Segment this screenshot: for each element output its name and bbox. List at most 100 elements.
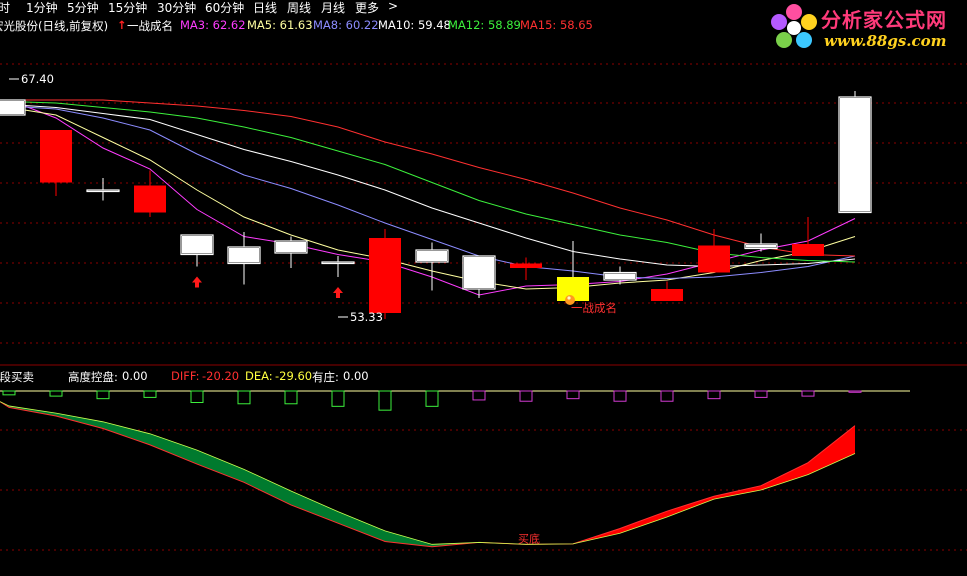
diff-label: DIFF: — [171, 369, 200, 383]
zhuang-value: 0.00 — [343, 369, 369, 383]
ma-label: MA3: — [180, 18, 209, 32]
flower-logo-icon — [771, 4, 817, 48]
toolbar-item-5[interactable]: 60分钟 — [205, 0, 244, 16]
grid-lines — [0, 63, 967, 551]
candle — [792, 217, 824, 256]
ma-line-MA15 — [9, 99, 856, 257]
candle-body — [792, 244, 824, 256]
ma-legend-4: MA12: 58.89 — [448, 18, 521, 32]
hist-bar — [707, 390, 721, 400]
ma-value: 61.63 — [275, 18, 313, 32]
ma-label: MA12: — [448, 18, 485, 32]
indicator-histogram — [0, 390, 910, 411]
candle — [415, 242, 449, 291]
signal-marker-highlight — [567, 296, 571, 300]
ribbon-segment — [338, 511, 385, 542]
candle — [321, 256, 355, 277]
hist-bar — [519, 390, 533, 402]
toolbar-item-3[interactable]: 15分钟 — [108, 0, 147, 16]
candle-body — [651, 289, 683, 301]
diff-value: -20.20 — [202, 369, 240, 383]
candle-body — [369, 238, 401, 313]
candle-body-fill — [840, 98, 870, 212]
ma-label: MA5: — [247, 18, 276, 32]
toolbar-item-7[interactable]: 周线 — [287, 0, 311, 16]
ma-value: 58.89 — [484, 18, 521, 32]
candle-body — [698, 245, 730, 273]
ribbon-segment — [150, 433, 197, 465]
toolbar-item-10[interactable]: > — [388, 0, 398, 13]
hist-bar — [331, 390, 345, 407]
dea-line — [0, 401, 856, 545]
ma-legend-3: MA10: 59.48 — [378, 18, 451, 32]
signal-name: 一战成名 — [127, 19, 173, 33]
dea-value: -29.60 — [275, 369, 313, 383]
height-value: 0.00 — [122, 369, 148, 383]
height-label: 高度控盘: — [68, 370, 118, 384]
candle — [462, 255, 496, 298]
hist-bar — [143, 390, 157, 398]
ribbon-segment — [103, 421, 150, 445]
toolbar-item-4[interactable]: 30分钟 — [157, 0, 196, 16]
ma-legend-5: MA15: 58.65 — [520, 18, 593, 32]
hist-bar — [190, 390, 204, 403]
hist-bar — [237, 390, 251, 405]
candle — [86, 178, 120, 201]
ma-line-MA12 — [8, 101, 856, 263]
candle — [369, 229, 401, 319]
hist-bar — [96, 390, 110, 400]
candle — [227, 232, 261, 285]
toolbar-item-9[interactable]: 更多 — [355, 0, 379, 16]
toolbar-item-0[interactable]: 分时 — [0, 0, 10, 16]
hist-bar — [472, 390, 486, 401]
candle-body-fill — [746, 245, 776, 248]
candle-body-fill — [276, 242, 306, 252]
ma-label: MA10: — [378, 18, 415, 32]
hist-bar — [425, 390, 439, 407]
ma-legend-1: MA5: 61.63 — [247, 18, 313, 32]
logo-name: 分析家公式网 — [821, 8, 947, 32]
ma-value: 58.65 — [556, 18, 593, 32]
macd-ribbon: 买底 — [0, 401, 856, 548]
ribbon-segment — [667, 496, 714, 517]
buy-bottom-label: 买底 — [518, 531, 540, 545]
hist-bar — [2, 390, 16, 396]
candle-body-fill — [0, 101, 24, 114]
buy-arrow-icon — [192, 276, 202, 288]
ribbon-segment — [761, 462, 808, 491]
ribbon-segment — [620, 511, 667, 534]
hist-bar — [378, 390, 392, 411]
candle-body-fill — [229, 248, 259, 263]
candle — [698, 229, 730, 273]
up-arrow-icon: ↑ — [117, 18, 127, 32]
zhuang-label: 有庄: — [312, 370, 339, 384]
toolbar-item-6[interactable]: 日线 — [253, 0, 277, 16]
candle — [180, 234, 214, 267]
candle-body — [40, 130, 72, 183]
hist-bar — [49, 390, 63, 397]
hist-bar — [566, 390, 580, 400]
toolbar-item-1[interactable]: 1分钟 — [26, 0, 58, 16]
candle — [838, 91, 872, 214]
hist-bar — [660, 390, 674, 402]
site-logo: 分析家公式网 www.88gs.com — [766, 0, 967, 56]
candle — [510, 257, 542, 280]
toolbar-item-8[interactable]: 月线 — [321, 0, 345, 16]
dea-label: DEA: — [245, 369, 273, 383]
candle — [274, 236, 308, 268]
hist-bar — [284, 390, 298, 405]
candle — [134, 170, 166, 217]
signal-label: 一战成名 — [571, 301, 617, 315]
ma-label: MA15: — [520, 18, 557, 32]
stock-title[interactable]: 宏光股份(日线,前复权) — [0, 18, 108, 34]
candle-body-fill — [464, 257, 494, 288]
toolbar-item-2[interactable]: 5分钟 — [67, 0, 99, 16]
stock-chart[interactable]: 67.40 53.33 一战成名 买底 — [0, 0, 967, 576]
ribbon-segment — [244, 469, 291, 505]
indicator-name[interactable]: 波段买卖 — [0, 369, 34, 385]
candle — [651, 281, 683, 301]
candle — [0, 99, 26, 116]
candle-body-fill — [182, 236, 212, 254]
diff-line — [0, 401, 856, 548]
ma-value: 62.62 — [208, 18, 246, 32]
